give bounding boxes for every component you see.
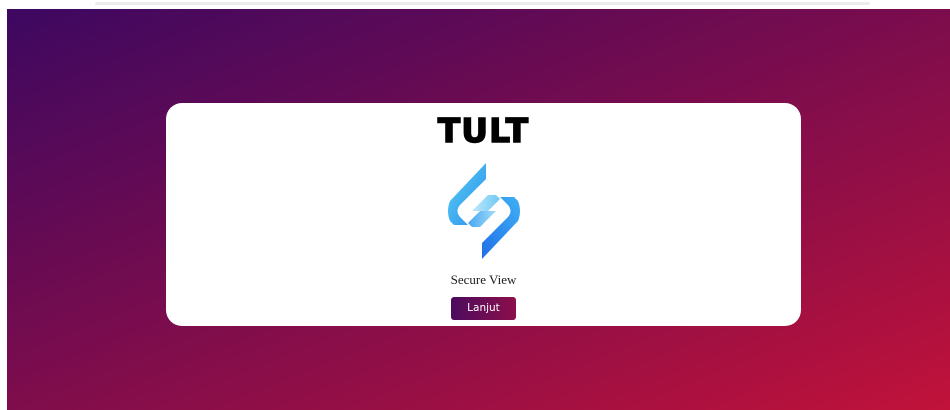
- brand-wordmark: TULT: [437, 111, 530, 150]
- browser-top-strip: [0, 0, 950, 9]
- continue-button[interactable]: Lanjut: [451, 297, 516, 320]
- landing-card: TULT Secure View Lanjut: [166, 103, 801, 326]
- secure-view-logo-icon: [448, 163, 520, 259]
- product-name: Secure View: [450, 272, 517, 287]
- browser-address-line: [95, 2, 870, 5]
- left-gutter: [0, 9, 7, 410]
- gradient-background: TULT Secure View Lanjut: [7, 9, 950, 410]
